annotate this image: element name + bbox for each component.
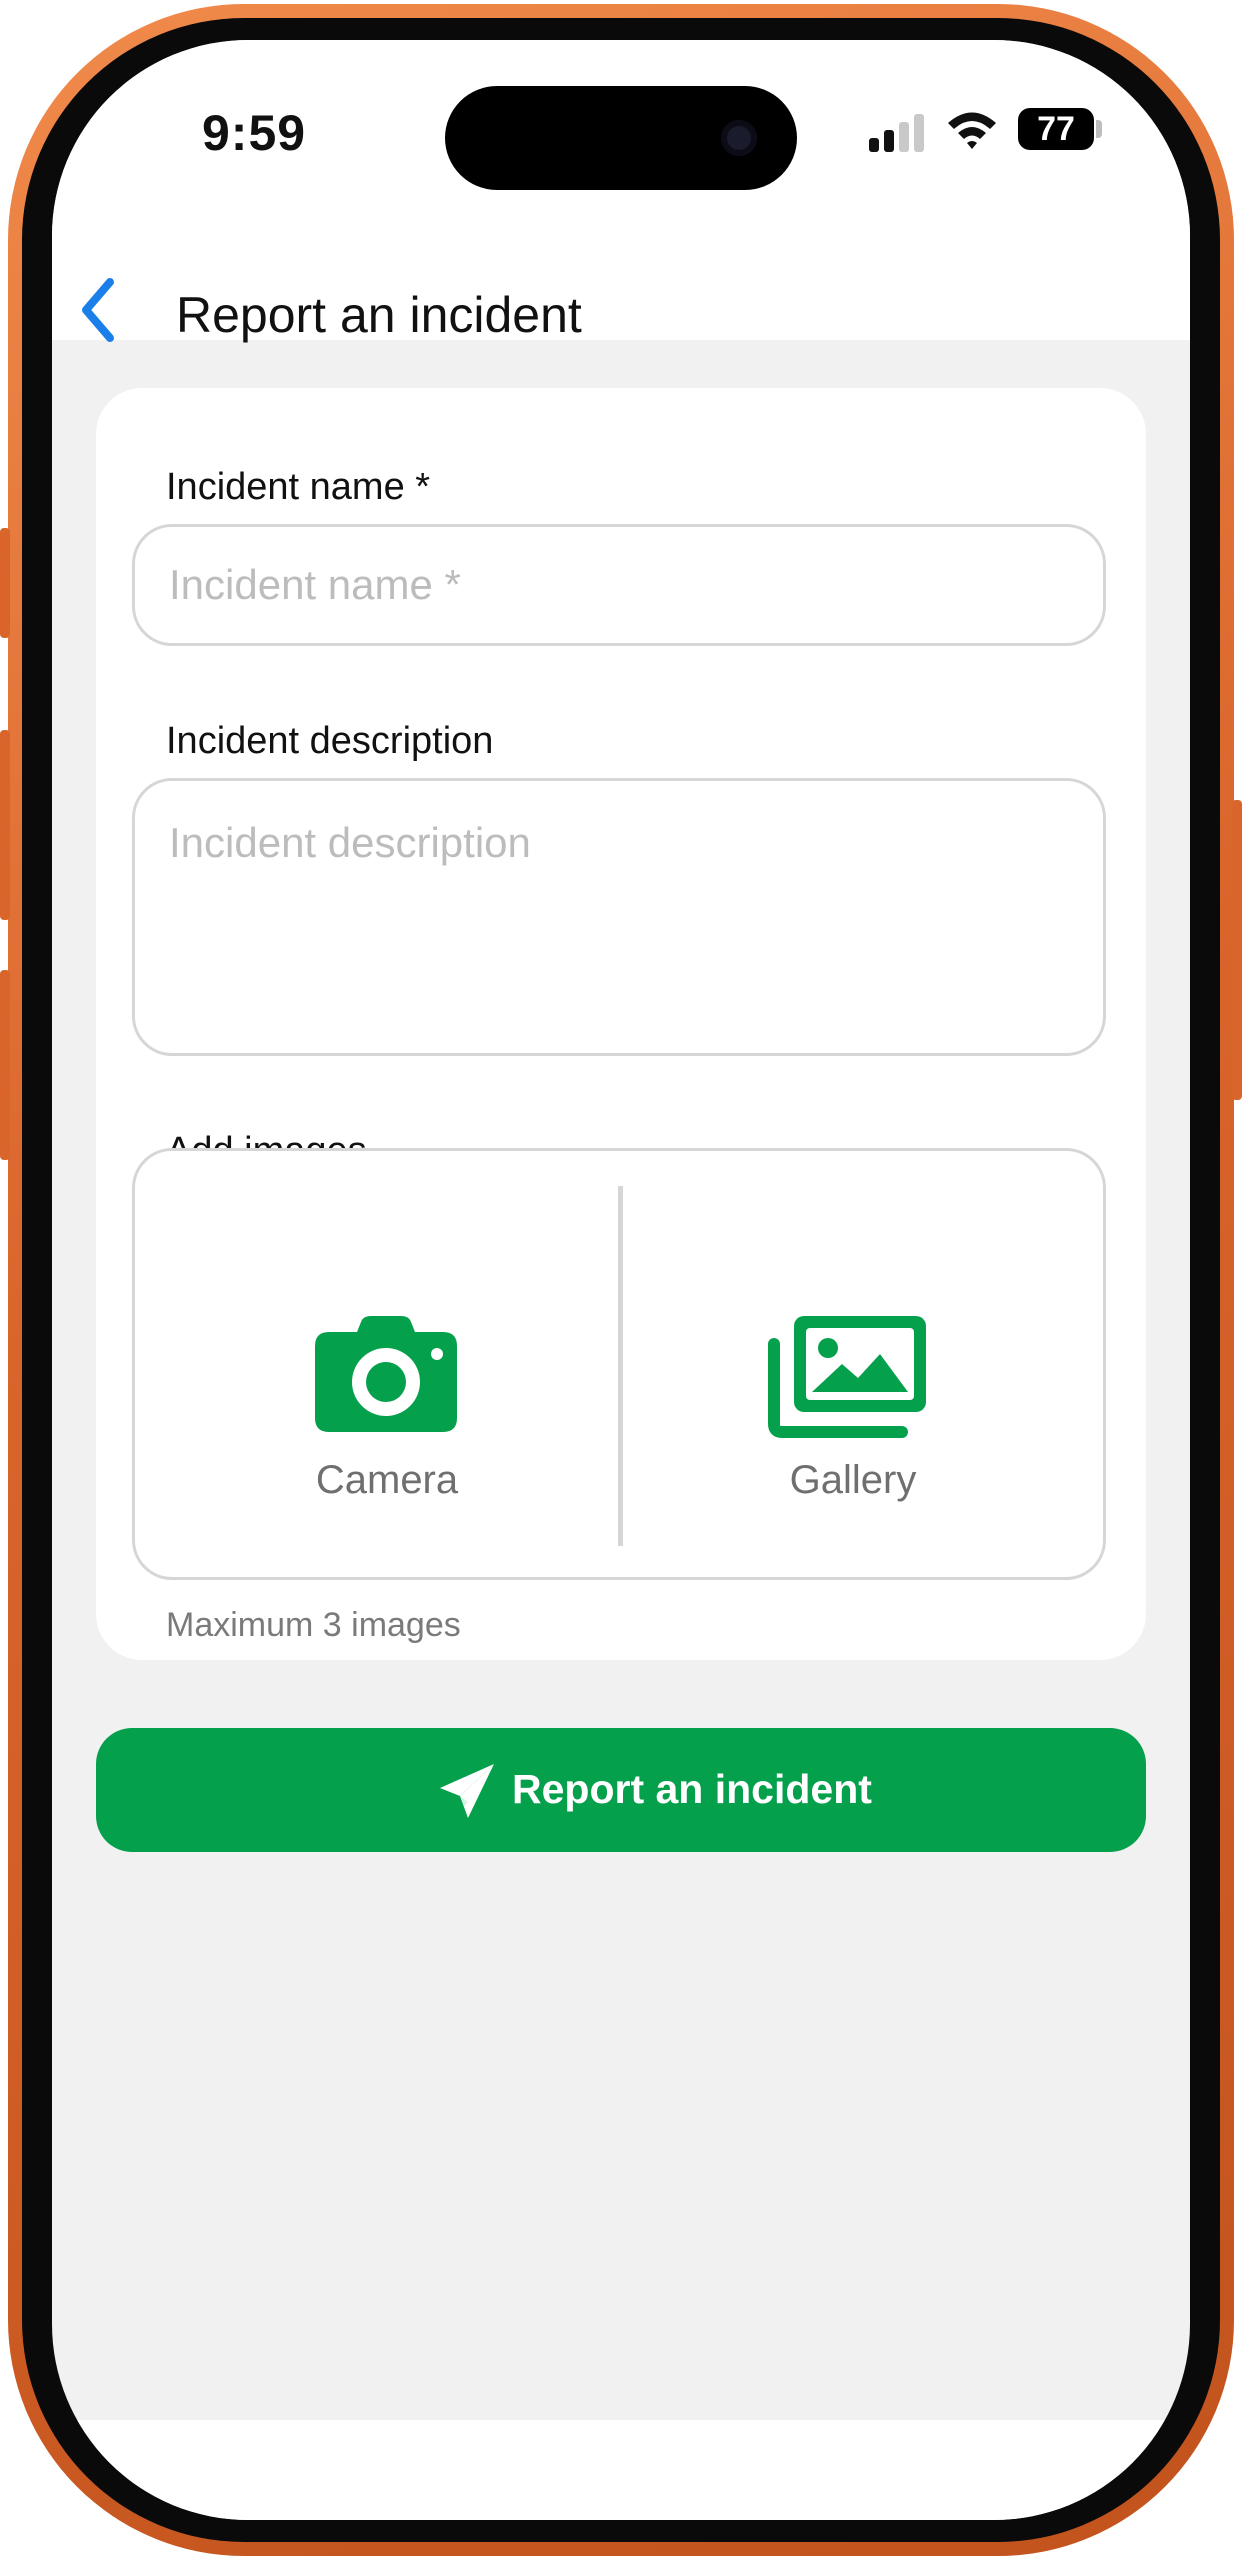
home-indicator-area: [52, 2420, 1190, 2520]
volume-down-button: [0, 970, 10, 1160]
incident-name-placeholder: Incident name *: [169, 561, 461, 608]
status-bar: 9:59 77 Report an incident: [52, 40, 1190, 343]
front-camera: [721, 120, 757, 156]
battery-icon: 77: [1018, 108, 1094, 150]
gallery-label: Gallery: [789, 1458, 917, 1502]
back-chevron-icon[interactable]: [68, 270, 128, 350]
gallery-button[interactable]: Gallery: [628, 1170, 1078, 1570]
phone-mockup: 9:59 77 Report an incident Incident name…: [0, 0, 1242, 2560]
camera-label: Camera: [315, 1458, 459, 1502]
battery-cap: [1096, 120, 1102, 138]
report-incident-button[interactable]: Report an incident: [96, 1728, 1146, 1852]
report-incident-label: Report an incident: [512, 1766, 872, 1812]
side-button: [1232, 800, 1242, 1100]
screen: 9:59 77 Report an incident Incident name…: [52, 40, 1190, 2520]
incident-description-label: Incident description: [166, 720, 494, 762]
dynamic-island: [445, 86, 797, 190]
incident-description-placeholder: Incident description: [169, 819, 531, 866]
incident-name-label: Incident name *: [166, 466, 431, 508]
gallery-icon: [768, 1316, 926, 1438]
incident-name-input[interactable]: Incident name *: [132, 524, 1106, 646]
status-time: 9:59: [202, 105, 307, 161]
volume-up-button: [0, 730, 10, 920]
paper-plane-icon: [440, 1764, 494, 1818]
image-picker-divider: [618, 1186, 623, 1546]
camera-button[interactable]: Camera: [162, 1170, 612, 1570]
action-button: [0, 528, 10, 638]
wifi-icon: [948, 112, 996, 149]
page-title: Report an incident: [176, 287, 582, 343]
images-hint: Maximum 3 images: [166, 1606, 461, 1644]
cellular-signal-icon: [869, 114, 924, 152]
incident-description-textarea[interactable]: Incident description: [132, 778, 1106, 1056]
camera-icon: [315, 1316, 457, 1432]
